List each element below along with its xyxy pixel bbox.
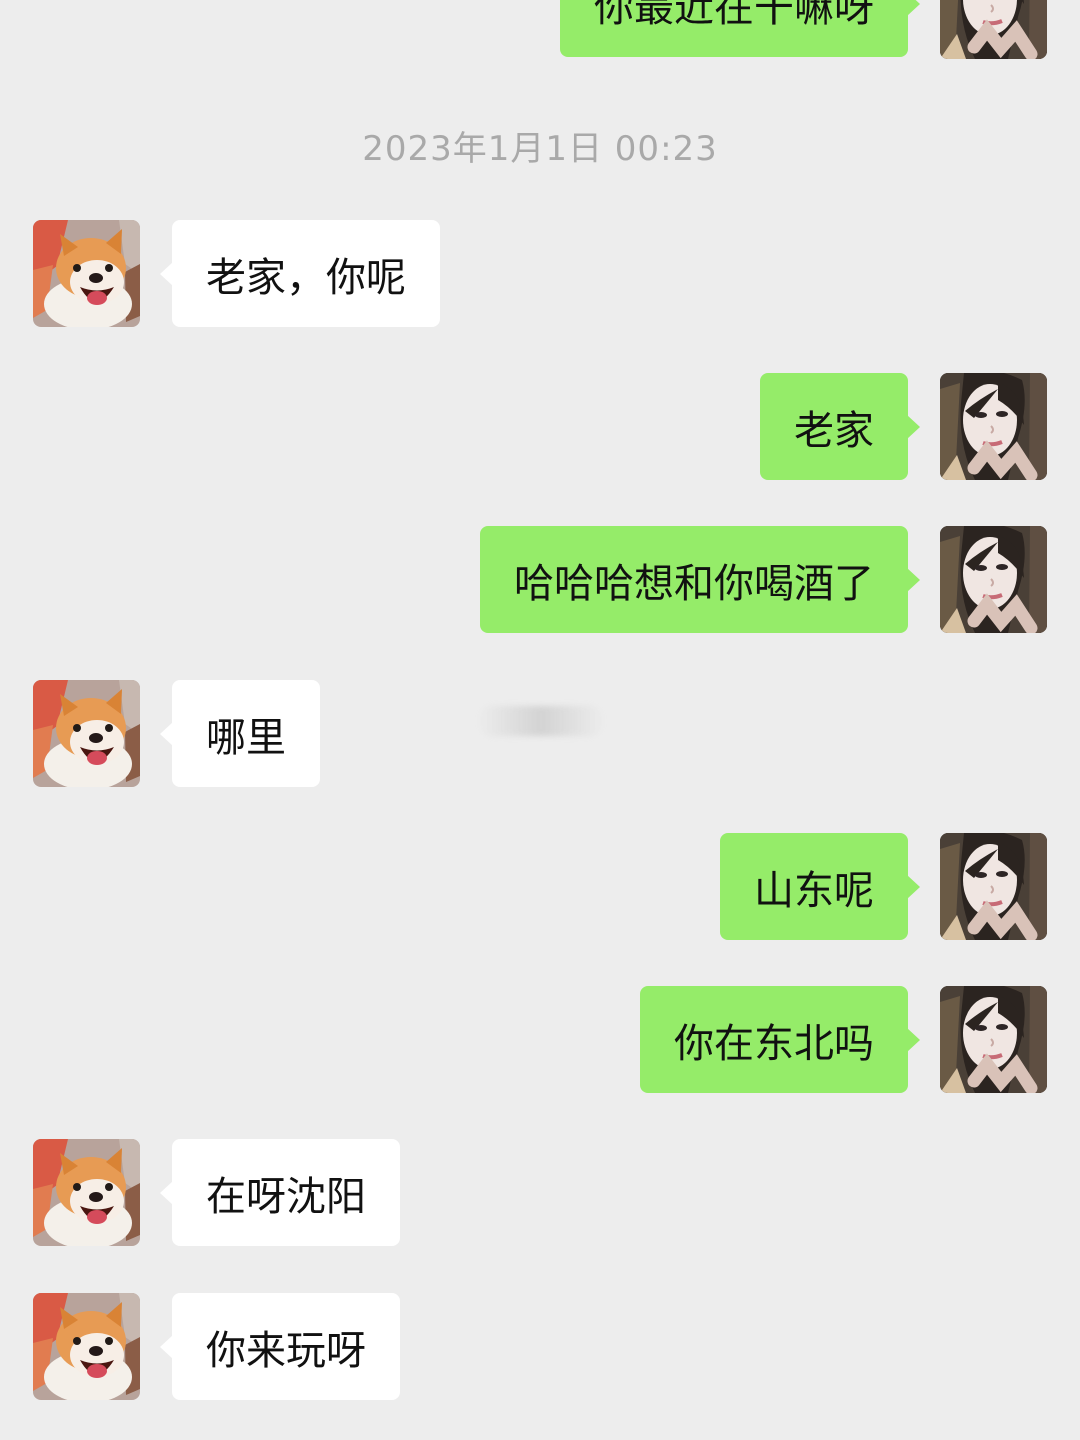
pomeranian-dog-icon[interactable]: [33, 1139, 140, 1246]
pomeranian-dog-icon[interactable]: [33, 680, 140, 787]
woman-portrait-icon: [940, 986, 1047, 1093]
pomeranian-dog-icon: [33, 1293, 140, 1400]
message-bubble[interactable]: 你在东北吗: [640, 986, 920, 1093]
message-text: 老家: [794, 407, 874, 454]
message-bubble[interactable]: 哪里: [160, 680, 320, 787]
message-bubble[interactable]: 你来玩呀: [160, 1293, 400, 1400]
woman-portrait-icon[interactable]: [940, 373, 1047, 480]
message-bubble[interactable]: 你最近在干嘛呀: [560, 0, 920, 57]
message-text: 你来玩呀: [206, 1327, 366, 1374]
message-text: 哪里: [206, 714, 286, 761]
message-text: 你在东北吗: [674, 1020, 874, 1067]
woman-portrait-icon: [940, 0, 1047, 59]
woman-portrait-icon[interactable]: [940, 833, 1047, 940]
message-bubble[interactable]: 哈哈哈想和你喝酒了: [480, 526, 920, 633]
pomeranian-dog-icon: [33, 1139, 140, 1246]
woman-portrait-icon: [940, 526, 1047, 633]
woman-portrait-icon: [940, 373, 1047, 480]
message-text: 老家，你呢: [206, 254, 406, 301]
blurred-mark: [478, 706, 604, 736]
woman-portrait-icon[interactable]: [940, 986, 1047, 1093]
message-text: 你最近在干嘛呀: [594, 0, 874, 31]
message-timestamp: 2023年1月1日 00:23: [362, 129, 718, 169]
message-text: 山东呢: [754, 867, 874, 914]
message-bubble[interactable]: 山东呢: [720, 833, 920, 940]
message-text: 哈哈哈想和你喝酒了: [514, 560, 874, 607]
pomeranian-dog-icon[interactable]: [33, 220, 140, 327]
message-bubble[interactable]: 老家: [760, 373, 920, 480]
woman-portrait-icon[interactable]: [940, 526, 1047, 633]
message-bubble[interactable]: 老家，你呢: [160, 220, 440, 327]
pomeranian-dog-icon: [33, 220, 140, 327]
message-text: 在呀沈阳: [206, 1173, 366, 1220]
pomeranian-dog-icon: [33, 680, 140, 787]
pomeranian-dog-icon[interactable]: [33, 1293, 140, 1400]
message-bubble[interactable]: 在呀沈阳: [160, 1139, 400, 1246]
chat-area[interactable]: 你最近在干嘛呀 2023年1月1日 00:23 老家，你呢 老家 哈哈哈想和你喝…: [0, 0, 1080, 1440]
woman-portrait-icon[interactable]: [940, 0, 1047, 59]
woman-portrait-icon: [940, 833, 1047, 940]
